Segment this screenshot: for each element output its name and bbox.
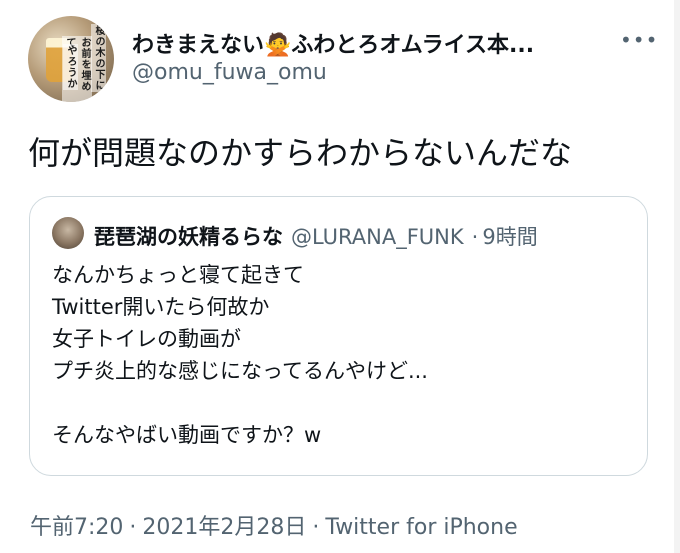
tweet-date[interactable]: 2021年2月28日: [142, 515, 306, 540]
quoted-author-name: 琵琶湖の妖精るらな: [94, 225, 283, 249]
tweet-source[interactable]: Twitter for iPhone: [325, 515, 517, 540]
tweet-text: 何が問題なのかすらわからないんだな: [28, 134, 573, 172]
footer-separator-1: ·: [129, 515, 137, 540]
quoted-tweet-header: 琵琶湖の妖精るらな @LURANA_FUNK · 9時間: [94, 221, 538, 251]
tweet-time[interactable]: 午前7:20: [30, 515, 123, 540]
author-avatar[interactable]: 桜の木の下に お前を埋めて やろうか: [28, 16, 114, 102]
author-display-name[interactable]: わきまえない🙅ふわとろオムライス本...: [132, 27, 534, 59]
quoted-tweet-body: なんかちょっと寝て起きて Twitter開いたら何故か 女子トイレの動画が プチ…: [52, 263, 428, 447]
quoted-tweet[interactable]: 琵琶湖の妖精るらな @LURANA_FUNK · 9時間 なんかちょっと寝て起きて T…: [29, 196, 648, 476]
avatar-text-1: 桜の木の下に: [91, 24, 106, 92]
more-icon[interactable]: •••: [620, 28, 658, 52]
quoted-tweet-time: 9時間: [482, 225, 538, 249]
gesture-emoji-icon: 🙅: [264, 33, 292, 58]
quoted-separator: ·: [471, 225, 479, 249]
author-name: わきまえない: [132, 33, 265, 58]
author-handle[interactable]: @omu_fuwa_omu: [132, 60, 327, 85]
scrollbar[interactable]: [674, 0, 680, 553]
author-name-suffix: ふわとろオムライス本...: [291, 33, 535, 58]
footer-separator-2: ·: [312, 515, 320, 540]
tweet-timestamp: 午前7:20 · 2021年2月28日 · Twitter for iPhone: [30, 509, 518, 541]
avatar-text-3: やろうか: [63, 44, 78, 90]
quoted-author-handle: @LURANA_FUNK: [291, 225, 464, 249]
quoted-author-avatar: [52, 217, 84, 249]
